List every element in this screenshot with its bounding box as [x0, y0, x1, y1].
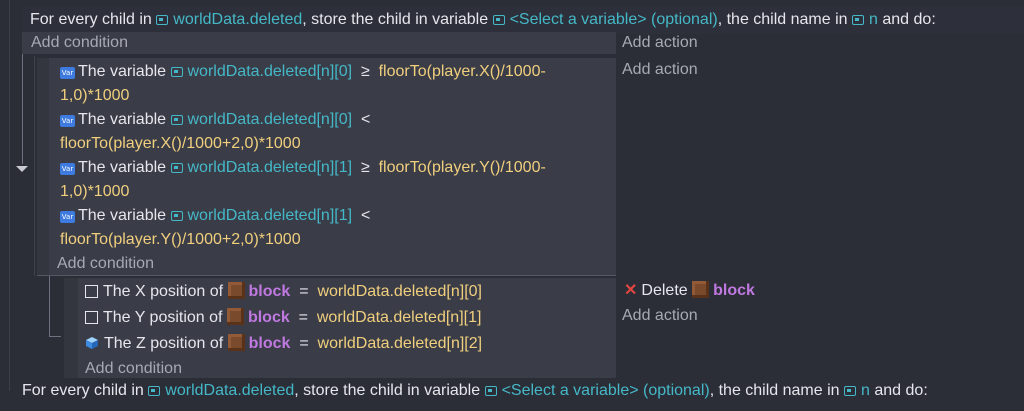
panel-inner-edge	[64, 278, 78, 378]
block-object-icon	[227, 334, 245, 351]
operator: ≥	[360, 159, 370, 176]
header-mid1: , store the child in variable	[302, 11, 489, 28]
condition-row[interactable]: Var The variable worldData.deleted[n][0] …	[60, 108, 610, 156]
condition-variable: worldData.deleted[n][0]	[187, 111, 353, 128]
object-name: block	[248, 335, 291, 352]
action-row[interactable]: ✕ Delete block	[624, 279, 755, 303]
add-condition-button[interactable]: Add condition	[85, 358, 182, 380]
operator: <	[360, 207, 371, 224]
operator: ≥	[360, 63, 370, 80]
operator: =	[299, 335, 309, 352]
panel-inner-edge	[37, 58, 49, 276]
collapse-toggle[interactable]	[16, 166, 28, 172]
gutter-divider	[9, 0, 10, 391]
condition-row[interactable]: Var The variable worldData.deleted[n][1] …	[60, 204, 610, 252]
variable-icon	[484, 386, 497, 396]
condition-row[interactable]: The X position of block = worldData.dele…	[85, 280, 610, 304]
block-object-icon	[692, 281, 710, 298]
variable-condition-icon: Var	[60, 115, 75, 127]
object-name: block	[247, 309, 290, 326]
variable-icon	[170, 67, 183, 77]
variable-icon	[844, 386, 857, 396]
add-condition-button[interactable]: Add condition	[57, 253, 154, 275]
expression-continued: floorTo(player.Y()/1000+2,0)*1000	[60, 231, 301, 248]
condition-variable: worldData.deleted[n][1]	[187, 207, 353, 224]
block-object-icon	[227, 282, 245, 299]
condition-label: The Y position of	[103, 309, 223, 326]
for-each-header[interactable]: For every child in worldData.deleted, st…	[22, 6, 1024, 34]
add-action-button[interactable]: Add action	[622, 59, 698, 81]
expression-continued: floorTo(player.X()/1000+2,0)*1000	[60, 135, 301, 152]
expression-continued: 1,0)*1000	[60, 183, 130, 200]
add-action-button[interactable]: Add action	[622, 32, 698, 54]
object-name: block	[248, 283, 291, 300]
condition-label: The variable	[78, 63, 167, 80]
condition-label: The variable	[78, 207, 167, 224]
expression: floorTo(player.Y()/1000-	[378, 159, 546, 176]
name-variable[interactable]: n	[869, 11, 878, 28]
condition-label: The variable	[78, 159, 167, 176]
tree-line	[22, 36, 23, 164]
expression: floorTo(player.X()/1000-	[378, 63, 546, 80]
variable-icon	[170, 115, 183, 125]
next-event-header[interactable]: For every child in worldData.deleted, st…	[22, 383, 1024, 411]
child-variable-select[interactable]: <Select a variable> (optional)	[510, 11, 718, 28]
header-prefix: For every child in	[30, 11, 152, 28]
expression: worldData.deleted[n][2]	[317, 335, 483, 352]
variable-condition-icon: Var	[60, 67, 75, 79]
condition-row[interactable]: Var The variable worldData.deleted[n][1] …	[60, 156, 610, 204]
action-label: Delete	[641, 282, 688, 299]
object-name: block	[713, 282, 755, 299]
header-mid2: , the child name in	[717, 11, 848, 28]
condition-label: The Z position of	[104, 335, 224, 352]
variable-icon	[156, 15, 169, 25]
checkbox-icon	[85, 311, 98, 324]
variable-icon	[148, 386, 161, 396]
operator: =	[298, 309, 308, 326]
condition-row[interactable]: The Y position of block = worldData.dele…	[85, 306, 610, 330]
condition-label: The variable	[78, 111, 167, 128]
variable-icon	[170, 211, 183, 221]
condition-label: The X position of	[103, 283, 224, 300]
collection-variable[interactable]: worldData.deleted	[173, 11, 302, 28]
variable-icon	[492, 15, 505, 25]
tree-line	[34, 56, 35, 276]
variable-icon	[170, 163, 183, 173]
condition-row[interactable]: The Z position of block = worldData.dele…	[85, 332, 610, 356]
checkbox-icon	[85, 285, 98, 298]
variable-icon	[852, 15, 865, 25]
outer-conditions-panel: Add condition	[22, 32, 616, 54]
block-object-icon	[226, 308, 244, 325]
operator: <	[360, 111, 371, 128]
delete-icon: ✕	[624, 282, 638, 299]
variable-condition-icon: Var	[60, 163, 75, 175]
expression: worldData.deleted[n][1]	[316, 309, 482, 326]
condition-variable: worldData.deleted[n][0]	[187, 63, 353, 80]
expression-continued: 1,0)*1000	[60, 87, 130, 104]
add-action-button[interactable]: Add action	[622, 305, 698, 327]
condition-row[interactable]: Var The variable worldData.deleted[n][0] …	[60, 60, 610, 108]
cube-3d-icon	[86, 337, 98, 349]
panel-bottom-edge	[37, 275, 616, 276]
condition-variable: worldData.deleted[n][1]	[187, 159, 353, 176]
variable-condition-icon: Var	[60, 211, 75, 223]
add-condition-button[interactable]: Add condition	[22, 32, 616, 54]
header-suffix: and do:	[882, 11, 936, 28]
operator: =	[299, 283, 309, 300]
tree-line	[49, 276, 50, 336]
expression: worldData.deleted[n][0]	[317, 283, 482, 300]
tree-line	[49, 336, 61, 337]
